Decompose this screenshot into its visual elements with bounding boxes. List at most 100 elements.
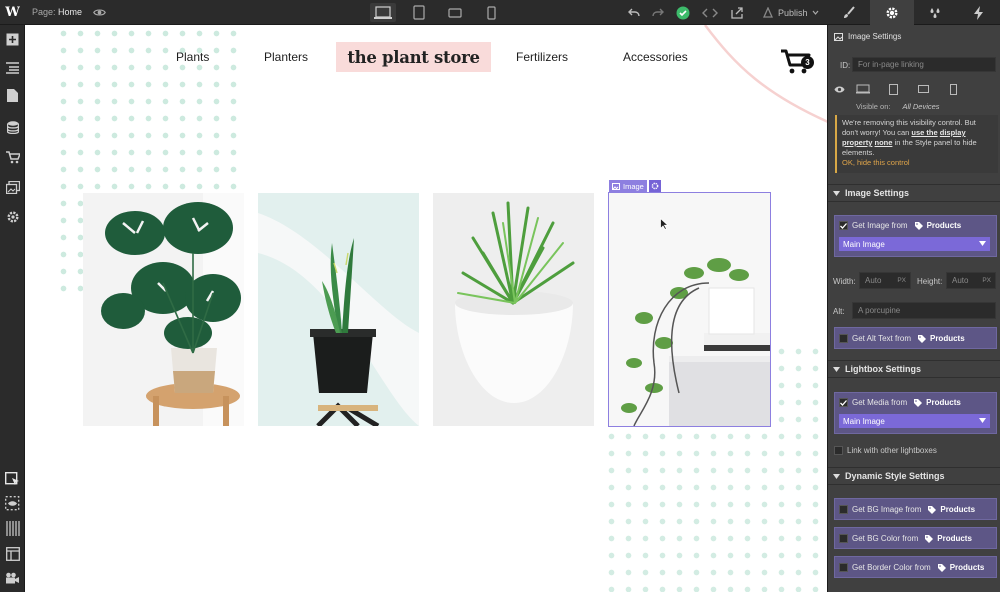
- design-canvas[interactable]: Plants Planters the plant store Fertiliz…: [25, 25, 827, 592]
- publish-status-check-icon[interactable]: [676, 6, 690, 20]
- get-media-checkbox[interactable]: [839, 398, 848, 407]
- notice-link-display[interactable]: display: [940, 128, 966, 137]
- tab-style[interactable]: [827, 0, 870, 25]
- grid-overlay-icon[interactable]: [4, 520, 21, 537]
- width-input[interactable]: Auto PX: [859, 272, 911, 289]
- border-color-binding-box: Get Border Color from Products: [834, 556, 997, 578]
- product-image[interactable]: [433, 193, 594, 426]
- height-input[interactable]: Auto PX: [946, 272, 996, 289]
- visibility-mobile-landscape-icon[interactable]: [911, 82, 935, 96]
- redo-icon[interactable]: [652, 8, 664, 18]
- chevron-down-icon: [979, 418, 986, 423]
- tab-settings[interactable]: [870, 0, 914, 25]
- panel-tabs: [827, 0, 1000, 25]
- bg-image-binding-box: Get BG Image from Products: [834, 498, 997, 520]
- tab-interactions[interactable]: [914, 0, 957, 25]
- notice-link-use-the[interactable]: use the: [911, 128, 937, 137]
- alt-source-collection: Products: [929, 334, 965, 343]
- mouse-cursor-icon: [660, 218, 669, 230]
- publish-label: Publish: [778, 7, 808, 18]
- border-color-source-collection: Products: [949, 563, 985, 572]
- get-bg-image-row[interactable]: Get BG Image from Products: [839, 505, 975, 514]
- nav-link-planters[interactable]: Planters: [264, 50, 308, 64]
- webflow-logo[interactable]: W: [0, 0, 25, 25]
- tab-lightning[interactable]: [957, 0, 1000, 25]
- project-settings-gear-icon[interactable]: [4, 208, 21, 225]
- chevron-down-icon: [833, 366, 840, 372]
- image-field-select[interactable]: Main Image: [839, 237, 990, 251]
- image-field-value: Main Image: [843, 239, 885, 249]
- brand-logo[interactable]: the plant store: [336, 42, 491, 72]
- panel-title-text: Image Settings: [848, 32, 902, 41]
- mobile-portrait-icon[interactable]: [478, 3, 504, 22]
- get-media-row[interactable]: Get Media from Products: [839, 398, 961, 407]
- media-field-select[interactable]: Main Image: [839, 414, 990, 428]
- get-bg-color-label: Get BG Color from: [852, 534, 919, 543]
- visibility-tablet-icon[interactable]: [881, 82, 905, 96]
- alt-input[interactable]: A porcupine: [852, 302, 996, 319]
- product-image[interactable]: [83, 193, 244, 426]
- visible-on-label: Visible on:: [856, 102, 891, 111]
- link-lightboxes-row[interactable]: Link with other lightboxes: [834, 446, 937, 455]
- hide-control-link[interactable]: OK, hide this control: [842, 158, 910, 167]
- panel-title: Image Settings: [834, 32, 901, 41]
- desktop-icon[interactable]: [370, 3, 396, 22]
- chevron-down-icon: [812, 10, 818, 15]
- preview-eye-icon[interactable]: [93, 6, 106, 19]
- cms-database-icon[interactable]: [4, 119, 21, 136]
- get-bg-color-row[interactable]: Get BG Color from Products: [839, 534, 972, 543]
- visibility-desktop-icon[interactable]: [851, 82, 875, 96]
- bolt-icon: [973, 5, 983, 20]
- media-source-collection: Products: [926, 398, 961, 407]
- assets-images-icon[interactable]: [4, 179, 21, 196]
- audit-panel-icon[interactable]: [4, 545, 21, 562]
- nav-link-fertilizers[interactable]: Fertilizers: [516, 50, 568, 64]
- tablet-icon[interactable]: [406, 3, 432, 22]
- select-mode-icon[interactable]: [4, 471, 21, 488]
- undo-icon[interactable]: [628, 8, 640, 18]
- gear-icon: [886, 6, 898, 19]
- monstera-plant-photo: [83, 193, 244, 426]
- page-selector[interactable]: Page: Home: [32, 7, 82, 17]
- link-lightboxes-checkbox[interactable]: [834, 446, 843, 455]
- get-bg-image-checkbox[interactable]: [839, 505, 848, 514]
- get-border-color-checkbox[interactable]: [839, 563, 848, 572]
- ecommerce-cart-icon[interactable]: [4, 149, 21, 166]
- share-icon[interactable]: [730, 6, 744, 19]
- selection-label[interactable]: Image: [609, 180, 647, 192]
- section-image-settings[interactable]: Image Settings: [828, 184, 1000, 202]
- add-panel-icon[interactable]: [4, 31, 21, 48]
- get-alt-row[interactable]: Get Alt Text from Products: [839, 334, 965, 343]
- lightbox-binding-box: Get Media from Products Main Image: [834, 392, 997, 434]
- get-alt-checkbox[interactable]: [839, 334, 848, 343]
- height-unit: PX: [982, 277, 991, 284]
- page-prefix: Page:: [32, 7, 56, 17]
- navigator-icon[interactable]: [4, 59, 21, 76]
- nav-link-plants[interactable]: Plants: [176, 50, 209, 64]
- preview-selection-icon[interactable]: [4, 495, 21, 512]
- notice-link-property[interactable]: property: [842, 138, 872, 147]
- image-icon: [612, 182, 620, 190]
- publish-button[interactable]: Publish: [762, 7, 819, 18]
- get-bg-color-checkbox[interactable]: [839, 534, 848, 543]
- tag-icon: [914, 398, 923, 407]
- visibility-mobile-portrait-icon[interactable]: [941, 82, 965, 96]
- selection-settings-gear-icon[interactable]: [649, 180, 661, 192]
- notice-link-none[interactable]: none: [875, 138, 893, 147]
- get-image-checkbox[interactable]: [839, 221, 848, 230]
- section-dynamic-style-settings[interactable]: Dynamic Style Settings: [828, 467, 1000, 485]
- get-border-color-row[interactable]: Get Border Color from Products: [839, 563, 984, 572]
- get-image-row[interactable]: Get Image from Products: [839, 221, 961, 230]
- bg-image-source-collection: Products: [940, 505, 976, 514]
- video-tutorials-icon[interactable]: [4, 569, 21, 586]
- code-export-icon[interactable]: [702, 7, 718, 19]
- product-image[interactable]: [258, 193, 419, 426]
- mobile-landscape-icon[interactable]: [442, 3, 468, 22]
- chevron-down-icon: [833, 473, 840, 479]
- nav-link-accessories[interactable]: Accessories: [623, 50, 688, 64]
- selected-product-image[interactable]: [608, 192, 771, 427]
- section-lightbox-settings[interactable]: Lightbox Settings: [828, 360, 1000, 378]
- image-icon: [834, 32, 843, 41]
- pages-icon[interactable]: [4, 87, 21, 104]
- id-input[interactable]: For in-page linking: [852, 57, 996, 72]
